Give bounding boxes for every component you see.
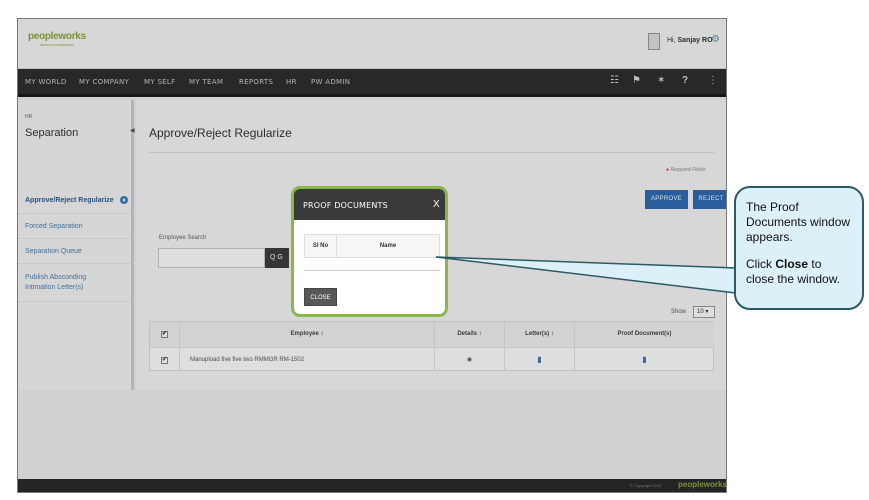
callout-spacer — [746, 245, 852, 257]
callout-pointer-shape — [435, 256, 737, 294]
instruction-callout: The Proof Documents window appears. Clic… — [734, 186, 864, 310]
callout-text-1: The Proof Documents window appears. — [746, 200, 851, 244]
callout-prefix: Click — [746, 257, 776, 271]
callout-text-2: Click Close to close the window. — [746, 257, 852, 287]
callout-bold-close: Close — [775, 257, 809, 271]
